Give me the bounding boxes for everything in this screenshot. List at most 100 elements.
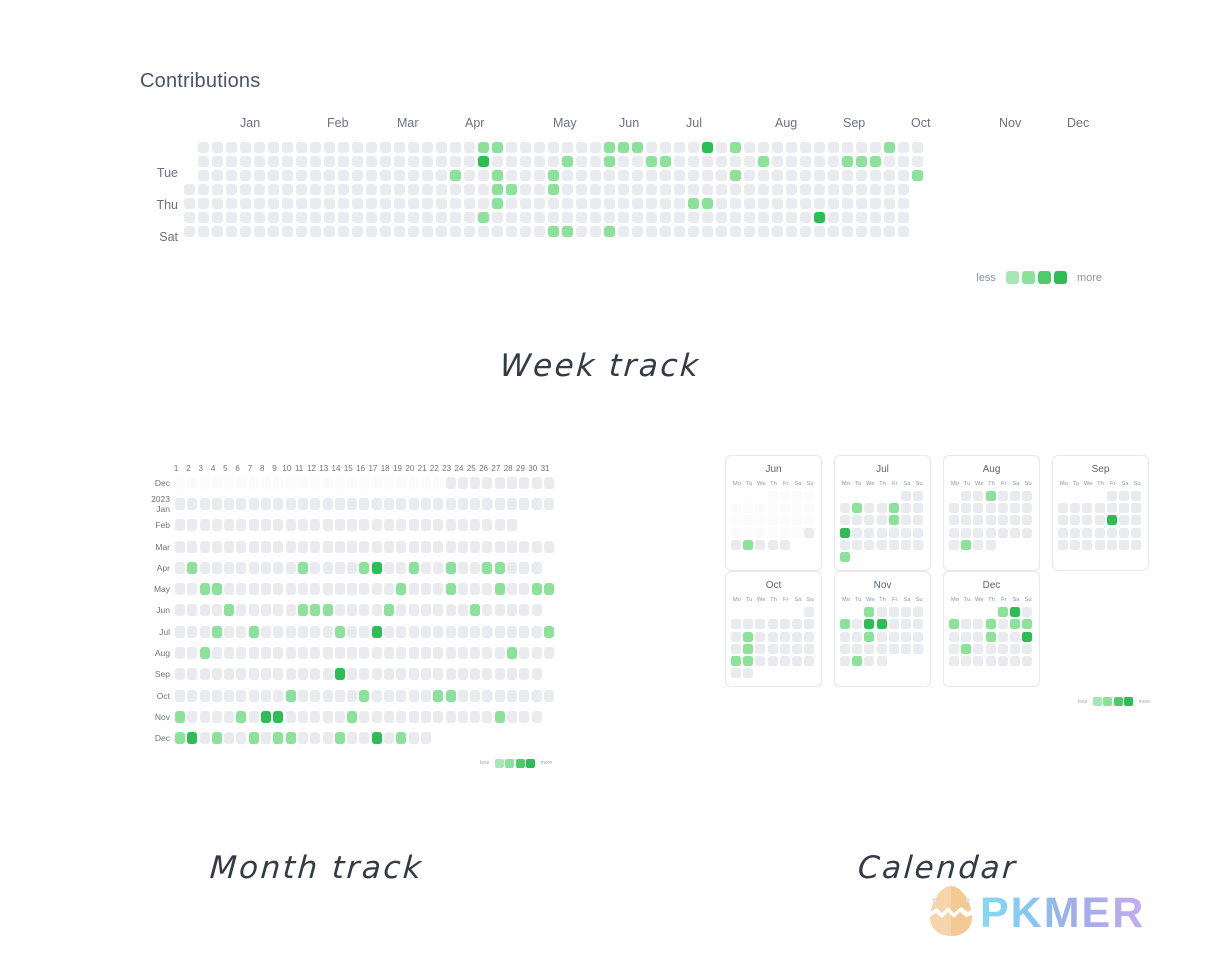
heatmap-cell[interactable] xyxy=(576,184,587,195)
heatmap-cell[interactable] xyxy=(296,156,307,167)
calendar-day-cell[interactable] xyxy=(1010,491,1021,502)
calendar-day-cell[interactable] xyxy=(743,631,754,642)
heatmap-cell[interactable] xyxy=(590,212,601,223)
month-day-cell[interactable] xyxy=(408,583,419,596)
heatmap-cell[interactable] xyxy=(744,212,755,223)
calendar-day-cell[interactable] xyxy=(731,619,742,630)
month-day-cell[interactable] xyxy=(457,519,468,532)
heatmap-cell[interactable] xyxy=(604,226,615,237)
month-day-cell[interactable] xyxy=(224,647,235,660)
heatmap-cell[interactable] xyxy=(856,198,867,209)
month-day-cell[interactable] xyxy=(371,732,382,745)
heatmap-cell[interactable] xyxy=(240,184,251,195)
calendar-day-cell[interactable] xyxy=(1070,503,1081,514)
heatmap-cell[interactable] xyxy=(184,170,195,181)
calendar-day-cell[interactable] xyxy=(1010,631,1021,642)
calendar-day-cell[interactable] xyxy=(1058,539,1069,550)
month-day-cell[interactable] xyxy=(248,732,259,745)
calendar-day-cell[interactable] xyxy=(973,643,984,654)
heatmap-cell[interactable] xyxy=(296,184,307,195)
calendar-day-cell[interactable] xyxy=(767,631,778,642)
heatmap-cell[interactable] xyxy=(422,198,433,209)
calendar-day-cell[interactable] xyxy=(901,619,912,630)
month-day-cell[interactable] xyxy=(261,540,272,553)
heatmap-cell[interactable] xyxy=(702,184,713,195)
heatmap-cell[interactable] xyxy=(716,198,727,209)
calendar-day-cell[interactable] xyxy=(767,619,778,630)
month-day-cell[interactable] xyxy=(297,476,308,489)
calendar-day-cell[interactable] xyxy=(1022,655,1033,666)
calendar-day-cell[interactable] xyxy=(985,527,996,538)
calendar-day-cell[interactable] xyxy=(755,515,766,526)
calendar-card-jun[interactable]: Jun Mo Tu We Th Fr Sa Su xyxy=(725,455,822,572)
heatmap-cell[interactable] xyxy=(268,184,279,195)
month-day-cell[interactable] xyxy=(273,647,284,660)
month-day-cell[interactable] xyxy=(457,497,468,510)
month-day-cell[interactable] xyxy=(445,647,456,660)
heatmap-cell[interactable] xyxy=(828,170,839,181)
calendar-day-cell[interactable] xyxy=(1106,491,1117,502)
month-day-cell[interactable] xyxy=(507,625,518,638)
heatmap-cell[interactable] xyxy=(884,184,895,195)
heatmap-cell[interactable] xyxy=(464,198,475,209)
calendar-day-cell[interactable] xyxy=(852,631,863,642)
calendar-day-cell[interactable] xyxy=(876,655,887,666)
calendar-empty-cell[interactable] xyxy=(755,491,765,501)
heatmap-cell[interactable] xyxy=(800,212,811,223)
month-day-cell[interactable] xyxy=(359,668,370,681)
month-row-cells[interactable] xyxy=(175,604,544,617)
heatmap-cell[interactable] xyxy=(408,226,419,237)
month-day-cell[interactable] xyxy=(347,732,358,745)
month-day-cell[interactable] xyxy=(519,668,530,681)
calendar-day-cell[interactable] xyxy=(876,631,887,642)
month-day-cell[interactable] xyxy=(285,689,296,702)
heatmap-cell[interactable] xyxy=(772,170,783,181)
heatmap-cell[interactable] xyxy=(450,212,461,223)
heatmap-cell[interactable] xyxy=(450,156,461,167)
heatmap-cell[interactable] xyxy=(394,156,405,167)
heatmap-cell[interactable] xyxy=(478,184,489,195)
month-day-cell[interactable] xyxy=(519,540,530,553)
month-day-cell[interactable] xyxy=(494,476,505,489)
month-day-cell[interactable] xyxy=(433,668,444,681)
month-day-cell[interactable] xyxy=(248,583,259,596)
month-day-cell[interactable] xyxy=(470,519,481,532)
heatmap-cell[interactable] xyxy=(506,198,517,209)
calendar-day-cell[interactable] xyxy=(804,643,815,654)
heatmap-cell[interactable] xyxy=(772,198,783,209)
month-day-cell[interactable] xyxy=(211,583,222,596)
month-day-cell[interactable] xyxy=(224,540,235,553)
month-day-cell[interactable] xyxy=(420,668,431,681)
month-day-cell[interactable] xyxy=(433,497,444,510)
month-day-cell[interactable] xyxy=(199,497,210,510)
month-day-cell[interactable] xyxy=(408,647,419,660)
month-day-cell[interactable] xyxy=(359,604,370,617)
heatmap-cell[interactable] xyxy=(856,212,867,223)
heatmap-cell[interactable] xyxy=(688,226,699,237)
heatmap-cell[interactable] xyxy=(282,198,293,209)
calendar-day-cell[interactable] xyxy=(876,515,887,526)
month-day-cell[interactable] xyxy=(322,497,333,510)
heatmap-cell[interactable] xyxy=(226,156,237,167)
month-day-cell[interactable] xyxy=(187,689,198,702)
month-day-cell[interactable] xyxy=(359,732,370,745)
month-day-cell[interactable] xyxy=(494,668,505,681)
month-day-cell[interactable] xyxy=(285,604,296,617)
month-day-cell[interactable] xyxy=(261,476,272,489)
calendar-day-cell[interactable] xyxy=(804,527,815,538)
calendar-day-cell[interactable] xyxy=(840,527,851,538)
month-day-cell[interactable] xyxy=(396,540,407,553)
month-day-cell[interactable] xyxy=(507,689,518,702)
month-day-cell[interactable] xyxy=(433,519,444,532)
month-day-cell[interactable] xyxy=(494,625,505,638)
month-day-cell[interactable] xyxy=(236,647,247,660)
month-day-cell[interactable] xyxy=(531,647,542,660)
heatmap-cell[interactable] xyxy=(772,184,783,195)
heatmap-cell[interactable] xyxy=(688,156,699,167)
heatmap-cell[interactable] xyxy=(646,170,657,181)
heatmap-cell[interactable] xyxy=(590,184,601,195)
calendar-day-cell[interactable] xyxy=(1010,527,1021,538)
calendar-day-cell[interactable] xyxy=(1022,643,1033,654)
calendar-day-cell[interactable] xyxy=(755,655,766,666)
month-day-cell[interactable] xyxy=(297,497,308,510)
